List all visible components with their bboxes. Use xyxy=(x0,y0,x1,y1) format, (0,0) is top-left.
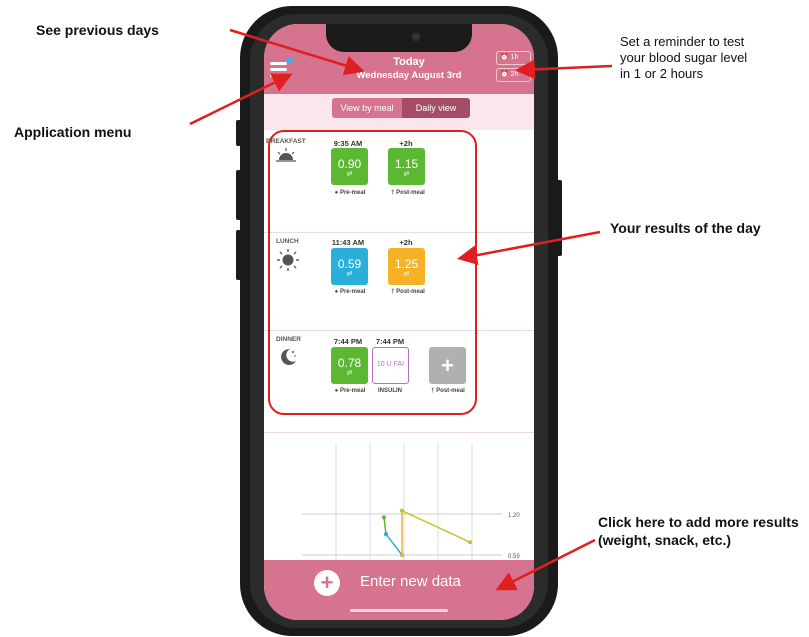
arrow-to-enter-data xyxy=(495,538,596,591)
annotation-arrows xyxy=(189,28,613,591)
arrow-to-back-button xyxy=(229,28,365,76)
arrow-to-reminder xyxy=(515,59,613,80)
arrow-to-menu xyxy=(189,73,293,126)
arrow-to-results xyxy=(457,230,601,266)
